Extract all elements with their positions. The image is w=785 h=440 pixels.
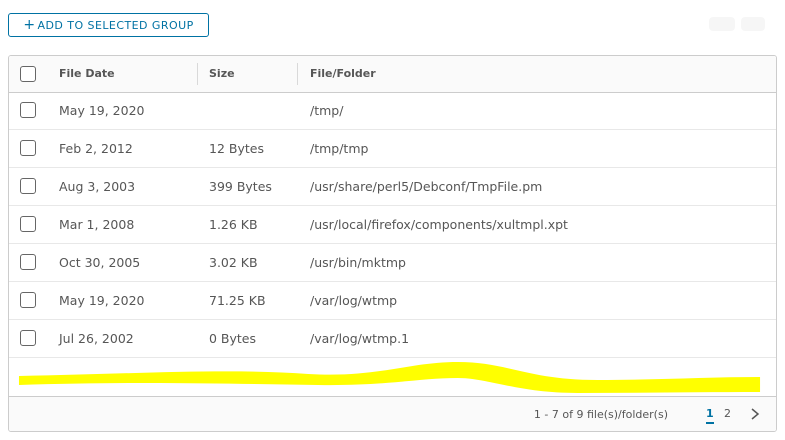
file-datagrid: File Date Size File/Folder May 19, 2020 … xyxy=(8,55,777,432)
add-to-selected-group-label: ADD TO SELECTED GROUP xyxy=(37,18,194,32)
add-to-selected-group-button[interactable]: + ADD TO SELECTED GROUP xyxy=(8,13,209,37)
file-date-cell: Oct 30, 2005 xyxy=(59,255,141,270)
datagrid-header: File Date Size File/Folder xyxy=(9,56,776,93)
table-row[interactable]: May 19, 2020 /tmp/ xyxy=(9,92,776,130)
table-row[interactable]: Oct 30, 2005 3.02 KB /usr/bin/mktmp xyxy=(9,244,776,282)
row-checkbox[interactable] xyxy=(20,292,36,308)
redaction-highlight-mark xyxy=(18,362,761,393)
table-row[interactable]: Jul 26, 2002 0 Bytes /var/log/wtmp.1 xyxy=(9,320,776,358)
size-cell: 399 Bytes xyxy=(209,179,272,194)
column-separator[interactable] xyxy=(197,63,198,85)
toolbar-faded-icon xyxy=(709,17,765,31)
file-date-cell: Aug 3, 2003 xyxy=(59,179,136,194)
chevron-right-icon[interactable] xyxy=(748,406,762,422)
file-path-cell: /usr/share/perl5/Debconf/TmpFile.pm xyxy=(310,179,543,194)
file-path-cell: /usr/local/firefox/components/xultmpl.xp… xyxy=(310,217,568,232)
file-path-cell: /tmp/ xyxy=(310,103,344,118)
file-date-cell: Mar 1, 2008 xyxy=(59,217,135,232)
row-checkbox[interactable] xyxy=(20,254,36,270)
size-cell: 12 Bytes xyxy=(209,141,264,156)
plus-icon: + xyxy=(23,16,36,33)
table-row[interactable]: May 19, 2020 71.25 KB /var/log/wtmp xyxy=(9,282,776,320)
row-checkbox[interactable] xyxy=(20,178,36,194)
size-cell: 71.25 KB xyxy=(209,293,266,308)
row-checkbox[interactable] xyxy=(20,102,36,118)
table-row[interactable]: Aug 3, 2003 399 Bytes /usr/share/perl5/D… xyxy=(9,168,776,206)
file-date-cell: May 19, 2020 xyxy=(59,293,145,308)
table-row[interactable]: Feb 2, 2012 12 Bytes /tmp/tmp xyxy=(9,130,776,168)
file-date-cell: Feb 2, 2012 xyxy=(59,141,133,156)
column-separator[interactable] xyxy=(297,63,298,85)
row-checkbox[interactable] xyxy=(20,216,36,232)
file-date-cell: May 19, 2020 xyxy=(59,103,145,118)
column-header-file-date[interactable]: File Date xyxy=(59,56,115,92)
column-header-file-folder[interactable]: File/Folder xyxy=(310,56,376,92)
file-path-cell: /var/log/wtmp.1 xyxy=(310,331,410,346)
file-path-cell: /tmp/tmp xyxy=(310,141,369,156)
pagination-info: 1 - 7 of 9 file(s)/folder(s) xyxy=(533,408,668,421)
size-cell: 3.02 KB xyxy=(209,255,258,270)
column-header-size[interactable]: Size xyxy=(209,56,235,92)
file-path-cell: /var/log/wtmp xyxy=(310,293,398,308)
row-checkbox[interactable] xyxy=(20,330,36,346)
size-cell: 1.26 KB xyxy=(209,217,258,232)
select-all-checkbox[interactable] xyxy=(20,66,36,82)
page-2-button[interactable]: 2 xyxy=(724,406,731,422)
datagrid-footer: 1 - 7 of 9 file(s)/folder(s) 1 2 xyxy=(9,396,776,431)
page-1-button[interactable]: 1 xyxy=(706,406,714,424)
row-checkbox[interactable] xyxy=(20,140,36,156)
file-path-cell: /usr/bin/mktmp xyxy=(310,255,406,270)
size-cell: 0 Bytes xyxy=(209,331,257,346)
table-row[interactable]: Mar 1, 2008 1.26 KB /usr/local/firefox/c… xyxy=(9,206,776,244)
file-date-cell: Jul 26, 2002 xyxy=(59,331,134,346)
